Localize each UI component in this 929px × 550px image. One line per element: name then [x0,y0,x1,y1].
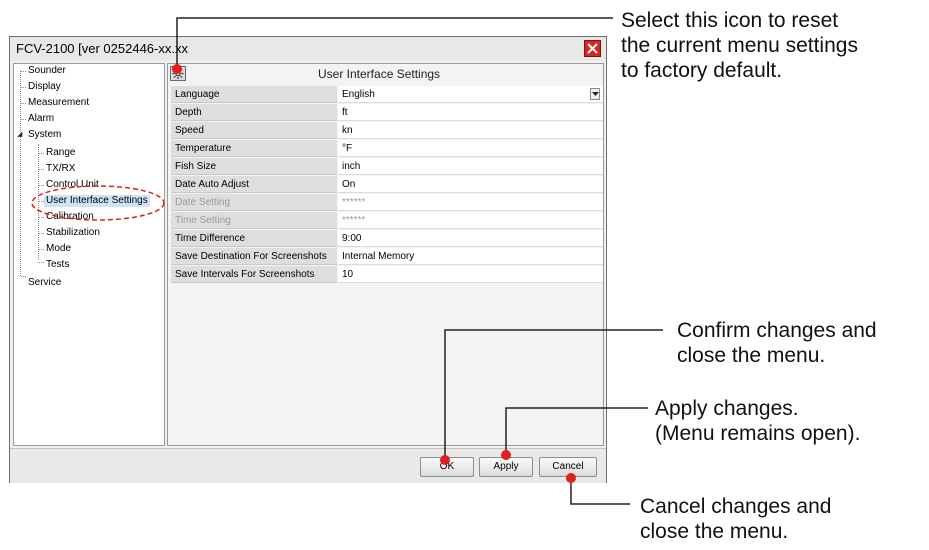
cancel-callout-text: Cancel changes and close the menu. [640,494,831,544]
callout-line: Apply changes. [655,397,799,420]
callout-line: (Menu remains open). [655,422,861,445]
callout-line: Confirm changes and [677,319,877,342]
apply-callout-text: Apply changes. (Menu remains open). [655,396,860,446]
cancel-callout-marker [566,473,576,483]
callout-line: Cancel changes and [640,495,832,518]
reset-callout-marker [172,64,182,74]
callout-line: Select this icon to reset [621,9,839,32]
apply-callout-marker [501,450,511,460]
callout-line: the current menu settings [621,34,858,57]
ok-callout-text: Confirm changes and close the menu. [677,318,877,368]
callout-line: close the menu. [640,520,789,543]
callout-line: close the menu. [677,344,826,367]
callout-line: to factory default. [621,59,783,82]
ok-callout-marker [440,455,450,465]
reset-callout-text: Select this icon to reset the current me… [621,8,858,83]
